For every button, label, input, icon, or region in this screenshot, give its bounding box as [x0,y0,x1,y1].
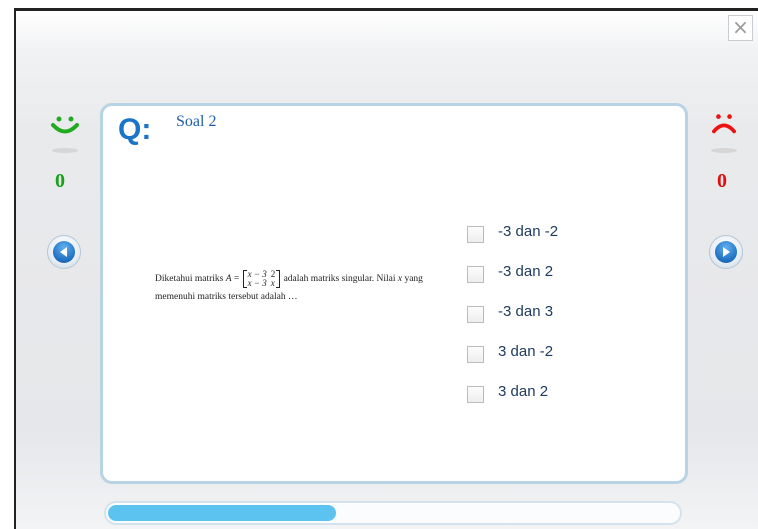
question-title: Soal 2 [176,113,217,130]
happy-face-shadow [52,148,78,153]
matrix: x − 3 2 x − 3 x [242,270,281,288]
question-text: Diketahui matriks A = x − 3 2 x − 3 x ad… [155,269,423,303]
matrix-name: A [225,274,232,285]
next-button[interactable] [709,235,743,269]
matrix-cell: x [270,278,275,288]
arrow-right-icon [723,247,730,257]
arrow-left-icon [60,247,67,257]
option-checkbox[interactable] [467,265,484,283]
question-intro: Diketahui matriks [155,274,224,285]
option-checkbox[interactable] [467,385,484,403]
progress-fill [108,505,336,521]
correct-count: 0 [55,170,65,192]
sad-face-icon [712,114,736,134]
option-label: -3 dan 3 [498,302,554,320]
wrong-count: 0 [717,170,727,192]
option-checkbox[interactable] [467,345,484,363]
question-after: adalah matriks singular. Nilai [283,274,396,285]
option-checkbox[interactable] [467,225,484,243]
question-yang: yang [404,274,423,285]
matrix-cell: x − 3 [247,278,267,288]
question-line2: memenuhi matriks tersebut adalah … [155,292,298,303]
question-marker: Q: [118,113,152,146]
option-5[interactable]: 3 dan 2 [467,378,548,404]
option-3[interactable]: -3 dan 3 [467,298,553,324]
close-button[interactable]: × [728,15,753,41]
progress-bar [104,501,682,525]
question-variable: x [397,274,403,285]
option-4[interactable]: 3 dan -2 [467,338,553,364]
previous-button[interactable] [47,235,81,269]
sad-face-shadow [711,148,737,153]
option-1[interactable]: -3 dan -2 [467,218,558,244]
option-checkbox[interactable] [467,305,484,323]
option-label: 3 dan 2 [498,382,549,400]
option-label: -3 dan -2 [498,222,559,240]
option-2[interactable]: -3 dan 2 [467,258,553,284]
happy-face-icon [51,116,79,134]
option-label: -3 dan 2 [498,262,554,280]
option-label: 3 dan -2 [498,342,554,360]
